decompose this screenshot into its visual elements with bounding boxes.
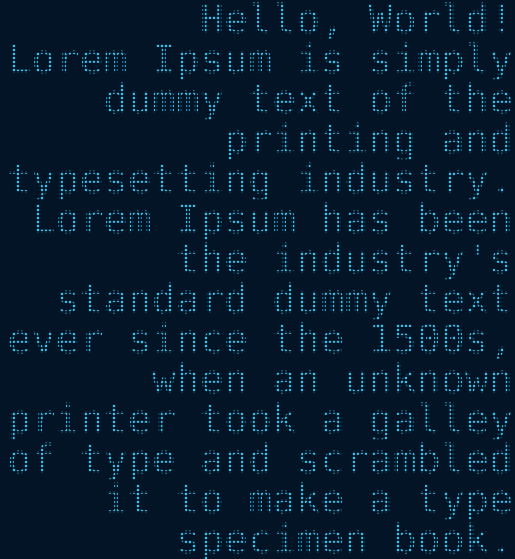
display-line-1: Hello, World! [199,0,513,43]
dot-matrix-display: Hello, World! Lorem Ipsum is simply dumm… [0,0,515,559]
display-line-5: typesetting industry. [7,157,513,203]
display-line-11: printer took a galley [7,397,513,443]
display-line-10: when an unknown [151,357,513,403]
display-line-4: printing and [224,117,513,163]
display-line-2: Lorem Ipsum is simply [7,37,513,83]
display-line-8: standard dummy text [55,277,513,323]
display-line-12: of type and scrambled [7,437,513,483]
display-line-6: Lorem Ipsum has been [31,197,513,243]
display-line-14: specimen book. [175,517,513,559]
display-line-3: dummy text of the [103,77,513,123]
display-line-7: the industry's [175,237,513,283]
display-line-13: it to make a type [103,477,513,523]
display-line-9: ever since the 1500s, [7,317,513,363]
